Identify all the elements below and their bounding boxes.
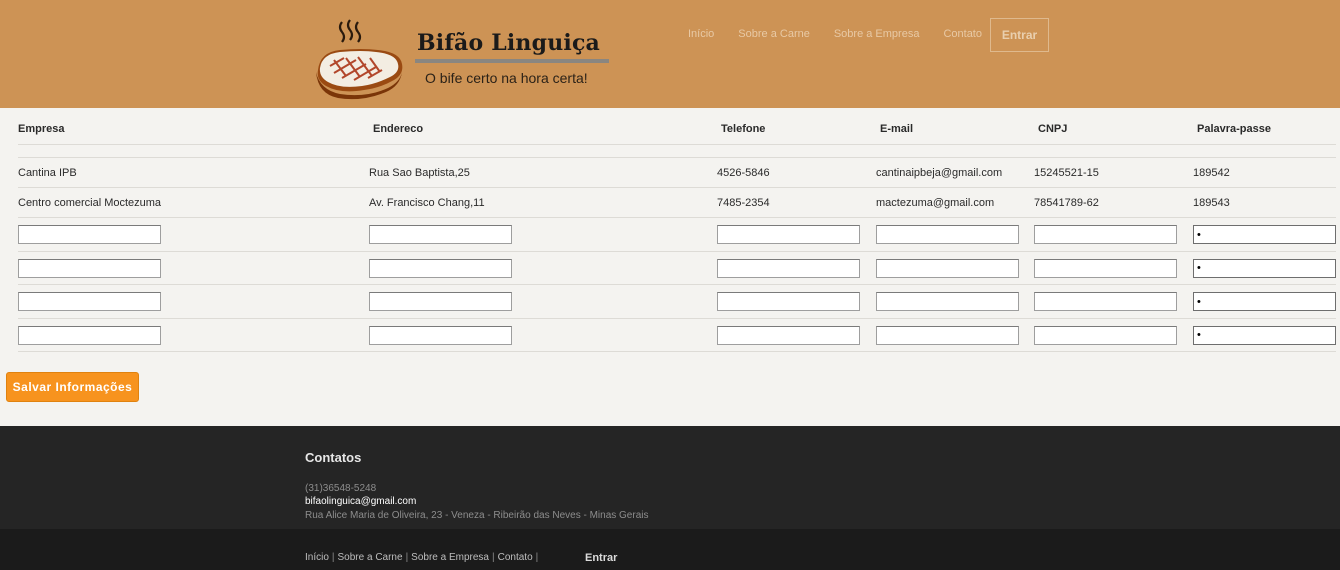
endereco-input[interactable] — [369, 225, 512, 244]
header-telefone: Telefone — [721, 123, 766, 135]
cell-cnpj: 78541789-62 — [1034, 197, 1099, 209]
table-row: Centro comercial Moctezuma Av. Francisco… — [18, 188, 1336, 218]
telefone-input[interactable] — [717, 325, 860, 345]
cnpj-input[interactable] — [1034, 225, 1177, 244]
footer-login-link[interactable]: Entrar — [585, 552, 617, 564]
empresa-input[interactable] — [18, 225, 161, 244]
palavra-passe-input[interactable] — [1193, 325, 1336, 345]
footer-links: Início | Sobre a Carne | Sobre a Empresa | Con… — [305, 552, 539, 563]
footer-link-sobre-carne[interactable]: Sobre a Carne — [338, 552, 403, 563]
cnpj-input[interactable] — [1034, 325, 1177, 345]
table-header: Empresa Endereco Telefone E-mail CNPJ Pa… — [18, 108, 1336, 145]
endereco-input[interactable] — [369, 258, 512, 278]
email-input[interactable] — [876, 325, 1019, 345]
footer-contacts: Contatos (31)36548-5248 bifaolinguica@gm… — [0, 426, 1340, 529]
input-row — [18, 252, 1336, 285]
telefone-input[interactable] — [717, 258, 860, 278]
header-empresa: Empresa — [18, 123, 65, 135]
input-row — [18, 218, 1336, 252]
cnpj-input[interactable] — [1034, 292, 1177, 311]
cnpj-input[interactable] — [1034, 258, 1177, 278]
nav-sobre-carne[interactable]: Sobre a Carne — [738, 28, 810, 40]
endereco-input[interactable] — [369, 292, 512, 311]
steak-icon — [316, 19, 403, 100]
palavra-passe-input[interactable] — [1193, 292, 1336, 311]
footer-link-inicio[interactable]: Início — [305, 552, 329, 563]
save-button[interactable]: Salvar Informações — [6, 372, 139, 402]
footer-address: Rua Alice Maria de Oliveira, 23 - Veneza… — [305, 510, 649, 521]
footer-title: Contatos — [305, 450, 362, 465]
header-cnpj: CNPJ — [1038, 123, 1068, 135]
main-nav: Início Sobre a Carne Sobre a Empresa Con… — [688, 28, 1006, 40]
header-gap — [18, 145, 1336, 158]
site-header: Bifão Linguiça O bife certo na hora cert… — [0, 0, 1340, 108]
endereco-input[interactable] — [369, 325, 512, 345]
header-palavra-passe: Palavra-passe — [1197, 123, 1271, 135]
footer-nav: Início | Sobre a Carne | Sobre a Empresa | Con… — [0, 529, 1340, 570]
telefone-input[interactable] — [717, 292, 860, 311]
empresa-input[interactable] — [18, 325, 161, 345]
cell-email: cantinaipbeja@gmail.com — [876, 167, 1003, 179]
companies-table: Empresa Endereco Telefone E-mail CNPJ Pa… — [18, 108, 1336, 352]
brand-divider — [415, 59, 609, 63]
telefone-input[interactable] — [717, 225, 860, 244]
nav-sobre-empresa[interactable]: Sobre a Empresa — [834, 28, 920, 40]
brand-title: Bifão Linguiça — [417, 30, 601, 56]
input-row — [18, 285, 1336, 319]
cell-empresa: Centro comercial Moctezuma — [18, 197, 162, 209]
header-email: E-mail — [880, 123, 914, 135]
cell-telefone: 7485-2354 — [717, 197, 770, 209]
footer-link-sobre-empresa[interactable]: Sobre a Empresa — [411, 552, 489, 563]
nav-inicio[interactable]: Início — [688, 28, 714, 40]
header-endereco: Endereco — [373, 123, 424, 135]
footer-link-contato[interactable]: Contato — [498, 552, 533, 563]
email-input[interactable] — [876, 292, 1019, 311]
cell-endereco: Av. Francisco Chang,11 — [369, 197, 485, 209]
brand-tagline: O bife certo na hora certa! — [425, 70, 588, 86]
cell-email: mactezuma@gmail.com — [876, 197, 995, 209]
email-input[interactable] — [876, 225, 1019, 244]
cell-palavra-passe: 189542 — [1193, 167, 1230, 179]
cell-telefone: 4526-5846 — [717, 167, 770, 179]
input-row — [18, 319, 1336, 352]
email-input[interactable] — [876, 258, 1019, 278]
cell-empresa: Cantina IPB — [18, 167, 77, 179]
brand-logo[interactable]: Bifão Linguiça O bife certo na hora cert… — [312, 18, 612, 108]
table-row: Cantina IPB Rua Sao Baptista,25 4526-584… — [18, 158, 1336, 188]
nav-contato[interactable]: Contato — [943, 28, 982, 40]
cell-palavra-passe: 189543 — [1193, 197, 1230, 209]
cell-cnpj: 15245521-15 — [1034, 167, 1099, 179]
login-button[interactable]: Entrar — [990, 18, 1049, 52]
footer-email[interactable]: bifaolinguica@gmail.com — [305, 496, 416, 507]
palavra-passe-input[interactable] — [1193, 225, 1336, 244]
palavra-passe-input[interactable] — [1193, 258, 1336, 278]
cell-endereco: Rua Sao Baptista,25 — [369, 167, 470, 179]
empresa-input[interactable] — [18, 292, 161, 311]
empresa-input[interactable] — [18, 258, 161, 278]
footer-phone: (31)36548-5248 — [305, 483, 377, 494]
